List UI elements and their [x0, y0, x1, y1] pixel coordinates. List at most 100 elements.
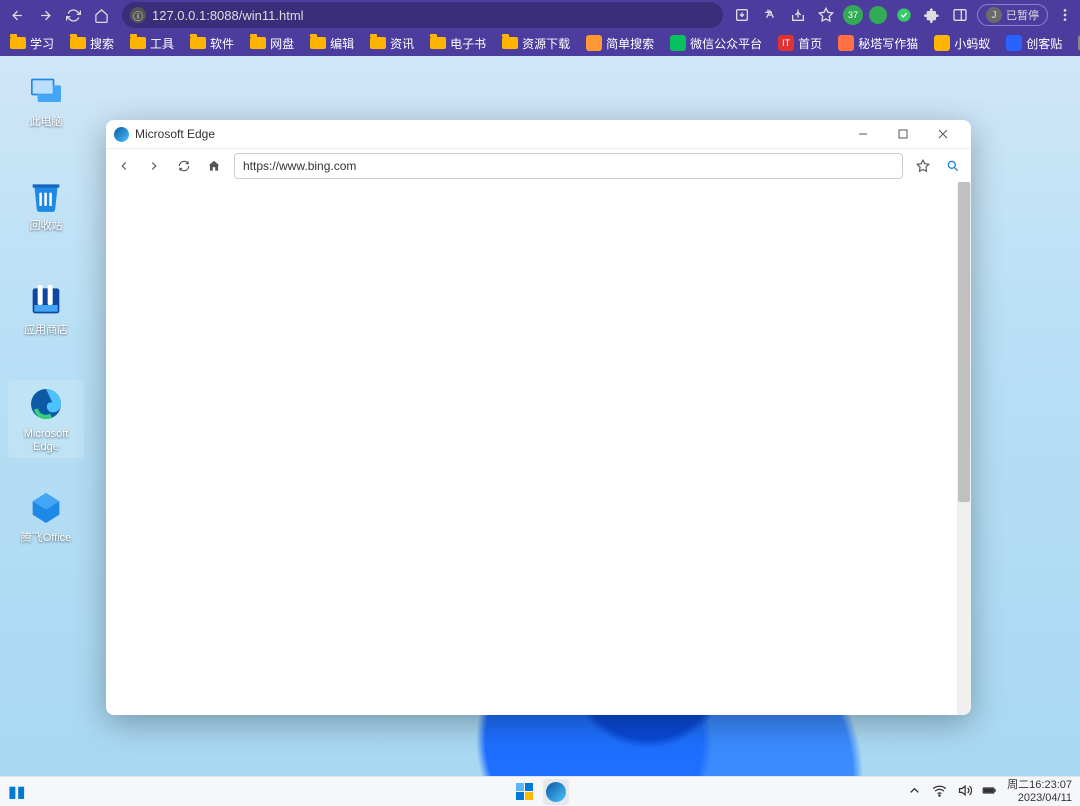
edge-favorite-icon[interactable] — [913, 156, 933, 176]
desktop-icon[interactable]: 腾飞Office — [8, 484, 84, 549]
site-icon: IT — [778, 35, 794, 51]
bookmark-item[interactable]: 小蚂蚁 — [928, 33, 996, 54]
extensions-puzzle-icon[interactable] — [921, 4, 943, 26]
bookmark-item[interactable]: 编辑 — [304, 33, 360, 54]
desktop-icon-image — [26, 488, 66, 528]
install-icon[interactable] — [731, 4, 753, 26]
forward-button[interactable] — [32, 2, 58, 28]
bookmark-item[interactable]: 登录页面 — [1072, 33, 1080, 54]
edge-app-icon — [114, 127, 129, 142]
edge-title-text: Microsoft Edge — [135, 127, 215, 141]
profile-avatar: J — [986, 7, 1002, 23]
wifi-icon[interactable] — [932, 783, 947, 801]
home-button[interactable] — [88, 2, 114, 28]
back-button[interactable] — [4, 2, 30, 28]
desktop-icon-label: 回收站 — [30, 220, 63, 233]
site-icon — [586, 35, 602, 51]
folder-icon — [502, 37, 518, 49]
folder-icon — [190, 37, 206, 49]
edge-back-button[interactable] — [114, 156, 134, 176]
extension-badge[interactable]: 37 — [843, 5, 863, 25]
host-browser-chrome: ⓘ 127.0.0.1:8088/win11.html 37 J 已暂停 学习搜… — [0, 0, 1080, 56]
folder-icon — [310, 37, 326, 49]
folder-icon — [430, 37, 446, 49]
bookmark-item[interactable]: 资讯 — [364, 33, 420, 54]
desktop-icon[interactable]: 应用商店 — [8, 276, 84, 341]
bookmark-item[interactable]: IT首页 — [772, 33, 828, 54]
side-panel-icon[interactable] — [949, 4, 971, 26]
extension-icon-1[interactable] — [869, 6, 887, 24]
desktop-icon-label: 腾飞Office — [21, 532, 72, 545]
desktop-icon[interactable]: 此电脑 — [8, 68, 84, 133]
desktop-icon-image — [26, 72, 66, 112]
reload-button[interactable] — [60, 2, 86, 28]
url-text: 127.0.0.1:8088/win11.html — [152, 8, 304, 23]
bookmark-item[interactable]: 学习 — [4, 33, 60, 54]
desktop-icon[interactable]: 回收站 — [8, 172, 84, 237]
taskbar-right: 周二16:23:07 2023/04/11 — [907, 779, 1072, 804]
edge-nav-bar: https://www.bing.com — [106, 148, 971, 182]
toolbar-right: 37 J 已暂停 — [731, 4, 1076, 26]
desktop-icon-label: 此电脑 — [30, 116, 63, 129]
desktop-icon-image — [26, 384, 66, 424]
taskbar-left: ▮▮ — [8, 782, 26, 802]
desktop-icon-image — [26, 176, 66, 216]
bookmark-item[interactable]: 网盘 — [244, 33, 300, 54]
desktop-icon[interactable]: Microsoft Edge — [8, 380, 84, 458]
edge-titlebar[interactable]: Microsoft Edge — [106, 120, 971, 148]
windows-taskbar[interactable]: ▮▮ 周二16:23:07 2023/04/11 — [0, 776, 1080, 806]
taskbar-clock[interactable]: 周二16:23:07 2023/04/11 — [1007, 779, 1072, 804]
edge-reload-button[interactable] — [174, 156, 194, 176]
star-icon[interactable] — [815, 4, 837, 26]
site-icon — [670, 35, 686, 51]
edge-address-bar[interactable]: https://www.bing.com — [234, 153, 903, 179]
address-bar[interactable]: ⓘ 127.0.0.1:8088/win11.html — [122, 2, 723, 28]
bookmark-item[interactable]: 电子书 — [424, 33, 492, 54]
folder-icon — [10, 37, 26, 49]
folder-icon — [70, 37, 86, 49]
site-icon — [934, 35, 950, 51]
site-info-icon[interactable]: ⓘ — [130, 7, 146, 23]
translate-icon[interactable] — [759, 4, 781, 26]
close-button[interactable] — [923, 120, 963, 148]
desktop-icon-label: 应用商店 — [24, 324, 68, 337]
edge-content-area: Microsoft Bing 登录 Rewards — [106, 182, 971, 715]
edge-forward-button[interactable] — [144, 156, 164, 176]
site-icon — [838, 35, 854, 51]
edge-window[interactable]: Microsoft Edge https://www.bing.com Mic — [106, 120, 971, 715]
maximize-button[interactable] — [883, 120, 923, 148]
widgets-button[interactable]: ▮▮ — [8, 782, 26, 802]
browser-toolbar: ⓘ 127.0.0.1:8088/win11.html 37 J 已暂停 — [0, 0, 1080, 30]
clock-time: 周二16:23:07 — [1007, 779, 1072, 792]
edge-home-button[interactable] — [204, 156, 224, 176]
scrollbar[interactable] — [957, 182, 971, 715]
site-icon — [1006, 35, 1022, 51]
bookmark-item[interactable]: 秘塔写作猫 — [832, 33, 924, 54]
bookmark-item[interactable]: 工具 — [124, 33, 180, 54]
battery-icon[interactable] — [982, 783, 997, 801]
bookmark-item[interactable]: 微信公众平台 — [664, 33, 768, 54]
menu-icon[interactable] — [1054, 4, 1076, 26]
desktop-icon-image — [26, 280, 66, 320]
start-button[interactable] — [511, 779, 537, 805]
bookmark-item[interactable]: 软件 — [184, 33, 240, 54]
scrollbar-thumb[interactable] — [958, 182, 970, 502]
windows-desktop[interactable]: 此电脑回收站应用商店 Microsoft Edge 腾飞Office Microso… — [0, 56, 1080, 776]
bookmark-item[interactable]: 搜索 — [64, 33, 120, 54]
minimize-button[interactable] — [843, 120, 883, 148]
share-icon[interactable] — [787, 4, 809, 26]
bookmark-item[interactable]: 资源下载 — [496, 33, 576, 54]
bookmark-item[interactable]: 创客贴 — [1000, 33, 1068, 54]
profile-paused-pill[interactable]: J 已暂停 — [977, 4, 1048, 26]
profile-status: 已暂停 — [1006, 7, 1039, 23]
volume-icon[interactable] — [957, 783, 972, 801]
bookmark-item[interactable]: 简单搜索 — [580, 33, 660, 54]
bookmarks-bar: 学习搜索工具软件网盘编辑资讯电子书资源下载简单搜索微信公众平台IT首页秘塔写作猫… — [0, 30, 1080, 56]
tray-chevron-icon[interactable] — [907, 783, 922, 801]
clock-date: 2023/04/11 — [1007, 792, 1072, 805]
taskbar-edge-icon[interactable] — [543, 779, 569, 805]
extension-icon-2[interactable] — [893, 4, 915, 26]
folder-icon — [130, 37, 146, 49]
edge-search-icon[interactable] — [943, 156, 963, 176]
folder-icon — [250, 37, 266, 49]
